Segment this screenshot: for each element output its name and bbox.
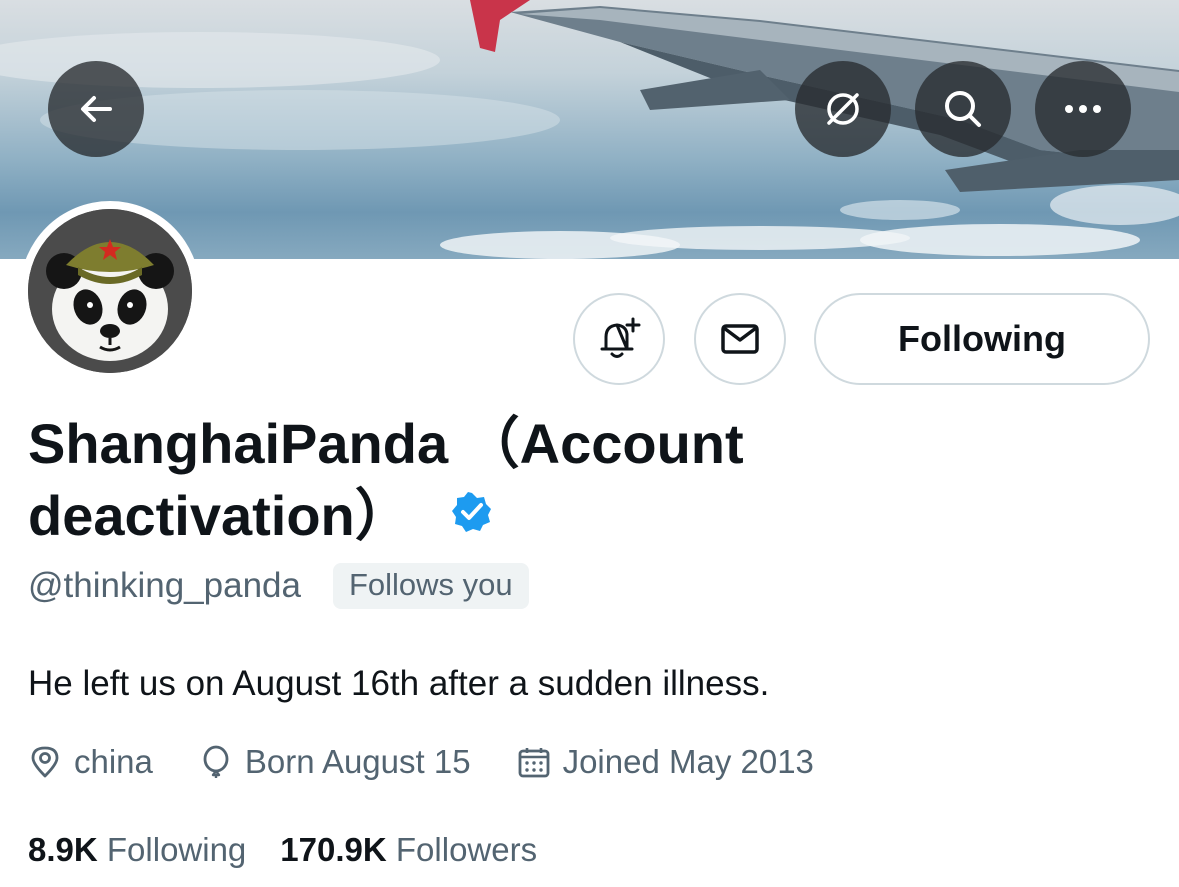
verified-badge-icon[interactable] [451, 478, 493, 550]
avatar[interactable] [28, 209, 192, 373]
more-horizontal-icon [1065, 105, 1101, 113]
more-button[interactable] [1035, 61, 1131, 157]
followers-stat-link[interactable]: 170.9K Followers [280, 831, 537, 869]
following-stat-link[interactable]: 8.9K Following [28, 831, 246, 869]
envelope-icon [721, 324, 759, 354]
followers-count: 170.9K [280, 831, 387, 868]
following-count: 8.9K [28, 831, 98, 868]
globe-slash-icon [827, 93, 859, 125]
joined-text: Joined May 2013 [562, 743, 814, 780]
profile-meta: china Born August 15 Joined May 2013 [28, 738, 860, 786]
following-button-label: Following [898, 318, 1066, 359]
search-button[interactable] [915, 61, 1011, 157]
following-button[interactable]: Following [814, 293, 1150, 385]
search-icon [945, 91, 981, 127]
translate-button[interactable] [795, 61, 891, 157]
arrow-left-icon [81, 96, 112, 122]
display-name-line-2-wrap: deactivation） [28, 480, 928, 556]
message-button[interactable] [694, 293, 786, 385]
panda-avatar-image [28, 209, 192, 373]
follows-you-badge: Follows you [332, 563, 529, 609]
location-item: china [28, 743, 153, 781]
handle-row: @thinking_panda Follows you [28, 562, 529, 610]
bio: He left us on August 16th after a sudden… [28, 664, 770, 703]
birthday-text: Born August 15 [244, 743, 471, 780]
display-name: ShanghaiPanda （Account deactivation） [28, 408, 928, 556]
avatar-frame [20, 201, 200, 381]
display-name-line-1: ShanghaiPanda （Account [28, 412, 744, 475]
notifications-button[interactable] [573, 293, 665, 385]
display-name-line-2: deactivation） [28, 484, 411, 547]
followers-label: Followers [395, 831, 538, 868]
joined-item: Joined May 2013 [517, 743, 814, 781]
location-text: china [74, 743, 153, 780]
handle: @thinking_panda [28, 566, 301, 605]
bell-plus-icon [600, 317, 641, 358]
following-label: Following [106, 831, 247, 868]
birthday-item: Born August 15 [199, 743, 471, 781]
calendar-icon [518, 748, 549, 778]
location-pin-icon [31, 746, 59, 778]
back-button[interactable] [48, 61, 144, 157]
balloon-icon [203, 745, 229, 778]
follow-stats: 8.9K Following 170.9K Followers [28, 827, 571, 873]
